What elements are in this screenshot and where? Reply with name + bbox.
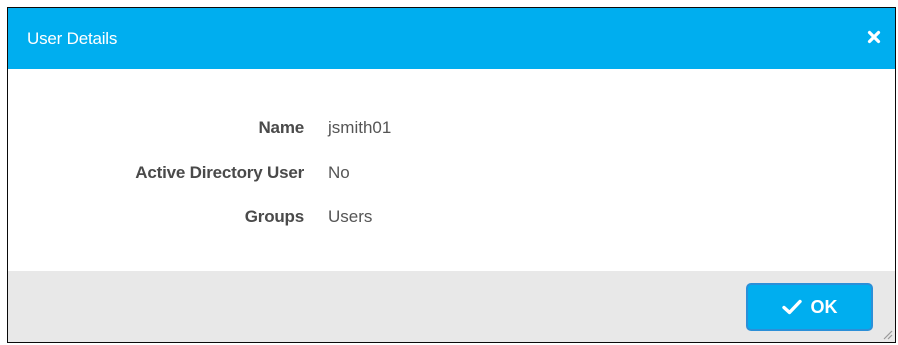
user-details-dialog: User Details Name jsmith01 Active Direct…: [7, 7, 896, 343]
name-value: jsmith01: [328, 118, 392, 137]
dialog-body: Name jsmith01 Active Directory User No G…: [8, 69, 895, 271]
dialog-title: User Details: [27, 29, 118, 48]
detail-row-active-directory: Active Directory User No: [8, 162, 895, 184]
close-button[interactable]: [863, 26, 885, 48]
groups-label: Groups: [244, 207, 304, 226]
close-icon: [867, 30, 881, 44]
detail-row-name: Name jsmith01: [8, 117, 895, 139]
ok-button[interactable]: OK: [746, 283, 873, 331]
ok-button-label: OK: [810, 297, 838, 317]
name-label: Name: [258, 118, 304, 137]
dialog-footer: OK: [8, 271, 895, 342]
active-directory-user-value: No: [328, 163, 350, 182]
groups-value: Users: [328, 207, 373, 226]
resize-grip-icon[interactable]: [881, 328, 893, 340]
detail-row-groups: Groups Users: [8, 206, 895, 228]
active-directory-user-label: Active Directory User: [135, 163, 304, 182]
dialog-header: User Details: [8, 8, 895, 69]
checkmark-icon: [781, 299, 802, 315]
